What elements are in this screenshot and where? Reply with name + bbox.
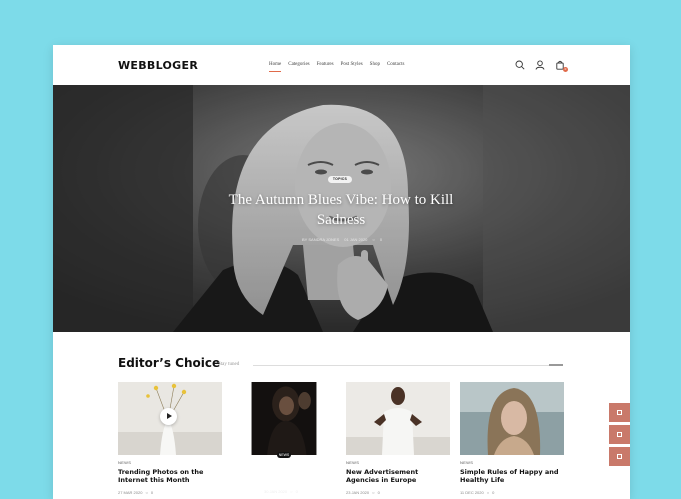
comment-icon: ○ (145, 490, 148, 495)
post-category[interactable]: NEWS (118, 460, 131, 465)
section-title: Editor’s Choice (118, 356, 221, 370)
post-date: 27 MAR 2020 (118, 490, 143, 495)
website-mockup: WEBBLOGER Home Categories Features Post … (53, 45, 630, 499)
post-date: 11 DEC 2020 (460, 490, 484, 495)
hero-author[interactable]: BY SANDRA JONES (302, 237, 339, 242)
nav-contacts[interactable]: Contacts (387, 62, 405, 68)
section-subtitle: Stay tuned (218, 362, 240, 367)
post-card[interactable]: NEWS Simple Rules of Happy and Healthy L… (460, 382, 564, 499)
main-nav: Home Categories Features Post Styles Sho… (269, 62, 405, 72)
header-icons: 0 (515, 60, 568, 72)
post-comments: 0 (492, 490, 495, 495)
post-comments: 0 (377, 490, 380, 495)
hero-title[interactable]: The Autumn Blues Vibe: How to Kill Sadne… (216, 190, 466, 230)
nav-shop[interactable]: Shop (370, 62, 380, 68)
hero-banner[interactable]: TOPICS The Autumn Blues Vibe: How to Kil… (53, 85, 630, 332)
side-button[interactable] (609, 403, 630, 422)
hero-meta: BY SANDRA JONES 01 JAN 2020 ○ 0 (302, 237, 382, 242)
comment-icon: ○ (372, 237, 375, 242)
side-button[interactable] (609, 447, 630, 466)
square-icon (617, 432, 622, 437)
post-category[interactable]: NEWS (346, 460, 359, 465)
post-category[interactable]: NEWS (460, 460, 473, 465)
post-title[interactable]: The Best Clothing Brand Commercial (232, 460, 336, 476)
post-meta: 11 DEC 2020 ○ 0 (460, 490, 494, 495)
nav-features[interactable]: Features (317, 62, 334, 68)
post-thumbnail[interactable] (346, 382, 450, 455)
post-card[interactable]: NEWS New Advertisement Agencies in Europ… (346, 382, 450, 499)
post-date: 30 JAN 2020 (264, 489, 288, 494)
section-divider (253, 365, 563, 366)
nav-home[interactable]: Home (269, 62, 282, 72)
site-header: WEBBLOGER Home Categories Features Post … (53, 45, 630, 85)
post-card[interactable]: NEWS The Best Clothing Brand Commercial … (232, 382, 336, 499)
hero-date: 01 JAN 2020 (344, 237, 368, 242)
post-meta: 30 JAN 2020 ○ 0 (264, 489, 298, 494)
post-thumbnail[interactable] (232, 382, 336, 499)
side-button[interactable] (609, 425, 630, 444)
hero-category-tag[interactable]: TOPICS (328, 176, 352, 183)
post-card[interactable]: NEWS Trending Photos on the Internet thi… (118, 382, 222, 499)
comment-icon: ○ (290, 489, 293, 494)
nav-categories[interactable]: Categories (288, 62, 309, 68)
post-meta: 23 JAN 2020 ○ 0 (346, 490, 380, 495)
floating-side-buttons (609, 403, 630, 469)
hero-comments: 0 (379, 237, 383, 242)
post-meta: 27 MAR 2020 ○ 0 (118, 490, 153, 495)
comment-icon: ○ (486, 490, 490, 495)
post-title[interactable]: Simple Rules of Happy and Healthy Life (460, 468, 564, 484)
post-thumbnail[interactable] (460, 382, 564, 455)
post-category[interactable]: NEWS (277, 452, 291, 458)
play-video-button[interactable] (160, 408, 177, 425)
post-title[interactable]: Trending Photos on the Internet this Mon… (118, 468, 222, 484)
post-date: 23 JAN 2020 (346, 490, 370, 495)
site-logo[interactable]: WEBBLOGER (118, 59, 198, 72)
cart-count-badge: 0 (563, 67, 568, 72)
comment-icon: ○ (372, 490, 375, 495)
cart-icon[interactable]: 0 (555, 60, 568, 72)
post-comments: 0 (150, 490, 154, 495)
user-icon[interactable] (535, 60, 545, 70)
post-title[interactable]: New Advertisement Agencies in Europe (346, 468, 450, 484)
search-icon[interactable] (515, 60, 525, 70)
square-icon (617, 410, 622, 415)
square-icon (617, 454, 622, 459)
nav-post-styles[interactable]: Post Styles (341, 62, 363, 68)
post-comments: 0 (295, 489, 298, 494)
slider-indicator[interactable] (549, 364, 563, 366)
